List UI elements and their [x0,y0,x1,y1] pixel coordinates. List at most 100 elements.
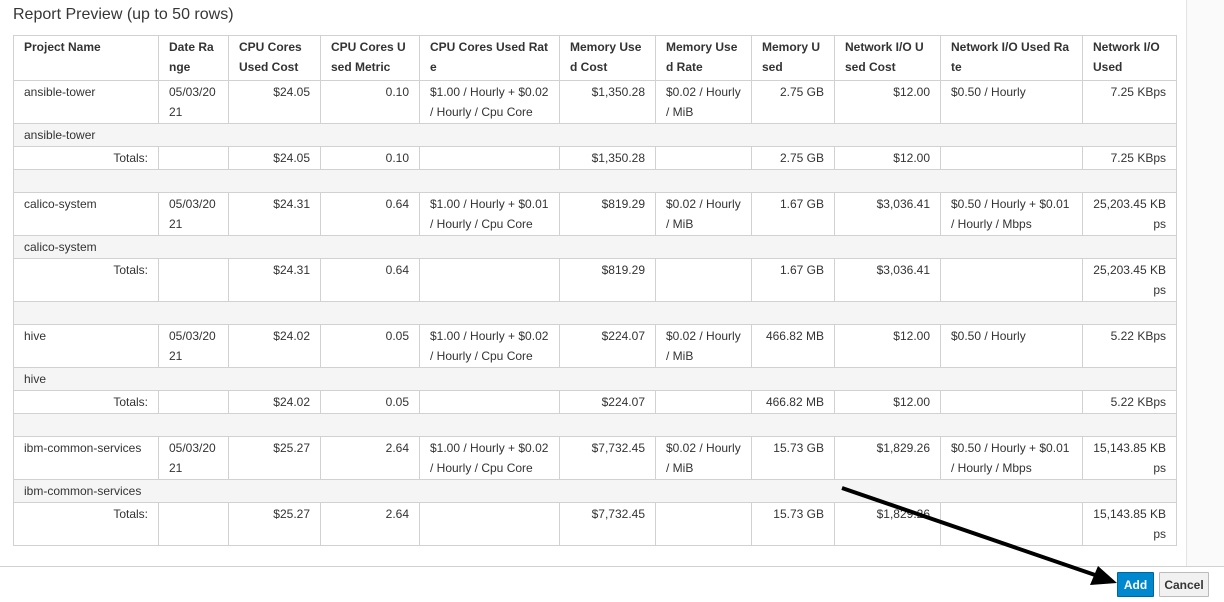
totals-cell [655,146,752,170]
totals-cell: $24.02 [228,390,321,414]
table-cell: 15.73 GB [751,436,835,480]
totals-cell [940,502,1083,546]
totals-cell: 0.05 [320,390,420,414]
table-cell: 1.67 GB [751,192,835,236]
totals-cell: 0.64 [320,258,420,302]
column-header: Project Name [13,35,159,81]
group-label-row: calico-system [13,235,1177,259]
table-cell: 05/03/2021 [158,324,229,368]
column-header: Network I/O Used Cost [834,35,941,81]
table-cell: $3,036.41 [834,192,941,236]
totals-cell: 466.82 MB [751,390,835,414]
table-cell: 05/03/2021 [158,80,229,124]
table-cell: 0.64 [320,192,420,236]
table-cell: 05/03/2021 [158,192,229,236]
group-label: hive [13,367,1177,391]
group-label: ansible-tower [13,123,1177,147]
totals-cell: 2.64 [320,502,420,546]
table-cell: $1.00 / Hourly + $0.01 / Hourly / Cpu Co… [419,192,560,236]
totals-row: Totals: $24.05 0.10 $1,350.28 2.75 GB $12.00 7… [13,146,1177,170]
table-cell: $0.50 / Hourly [940,80,1083,124]
report-preview-title: Report Preview (up to 50 rows) [13,6,234,23]
totals-cell: $12.00 [834,390,941,414]
table-body: ansible-tower 05/03/2021 $24.05 0.10 $1.00 /… [13,80,1177,546]
table-cell: $1,829.26 [834,436,941,480]
vertical-scrollbar[interactable] [1186,0,1224,566]
table-cell: 2.64 [320,436,420,480]
table-cell: 25,203.45 KBps [1082,192,1177,236]
table-cell: ibm-common-services [13,436,159,480]
table-cell: 2.75 GB [751,80,835,124]
table-row: ansible-tower 05/03/2021 $24.05 0.10 $1.00 /… [13,80,1177,124]
table-cell: 15,143.85 KBps [1082,436,1177,480]
table-cell: 05/03/2021 [158,436,229,480]
table-row: ibm-common-services 05/03/2021 $25.27 2.64 $… [13,436,1177,480]
table-cell: 7.25 KBps [1082,80,1177,124]
table-row: calico-system 05/03/2021 $24.31 0.64 $1.00 /… [13,192,1177,236]
totals-cell [940,258,1083,302]
totals-cell: 5.22 KBps [1082,390,1177,414]
table-cell: $0.02 / Hourly / MiB [655,192,752,236]
totals-cell: $24.05 [228,146,321,170]
table-cell: $0.02 / Hourly / MiB [655,324,752,368]
totals-cell: $1,829.26 [834,502,941,546]
totals-cell: 0.10 [320,146,420,170]
table-cell: hive [13,324,159,368]
table-cell: $24.31 [228,192,321,236]
totals-cell [655,502,752,546]
dialog-footer [0,566,1224,602]
totals-cell: 7.25 KBps [1082,146,1177,170]
totals-cell [158,146,229,170]
totals-cell [655,258,752,302]
totals-label: Totals: [13,502,159,546]
cancel-button[interactable]: Cancel [1159,572,1209,597]
table-cell: calico-system [13,192,159,236]
column-header: CPU Cores Used Cost [228,35,321,81]
column-header: Memory Used [751,35,835,81]
totals-row: Totals: $25.27 2.64 $7,732.45 15.73 GB $1,829… [13,502,1177,546]
table-cell: $1,350.28 [559,80,656,124]
table-cell: $0.50 / Hourly [940,324,1083,368]
table-cell: 466.82 MB [751,324,835,368]
column-header: Memory Used Cost [559,35,656,81]
column-header: CPU Cores Used Rate [419,35,560,81]
totals-cell: 2.75 GB [751,146,835,170]
totals-cell: $25.27 [228,502,321,546]
table-cell: $224.07 [559,324,656,368]
totals-label: Totals: [13,258,159,302]
column-header: CPU Cores Used Metric [320,35,420,81]
table-cell: 0.05 [320,324,420,368]
totals-cell [419,390,560,414]
table-cell: $0.50 / Hourly + $0.01 / Hourly / Mbps [940,192,1083,236]
totals-cell [158,390,229,414]
totals-cell [940,390,1083,414]
totals-row: Totals: $24.02 0.05 $224.07 466.82 MB $12.00 5… [13,390,1177,414]
table-row: hive 05/03/2021 $24.02 0.05 $1.00 / Hourly +… [13,324,1177,368]
totals-cell [940,146,1083,170]
table-cell: $1.00 / Hourly + $0.02 / Hourly / Cpu Co… [419,80,560,124]
column-header: Network I/O Used Rate [940,35,1083,81]
table-cell: $819.29 [559,192,656,236]
group-label: ibm-common-services [13,479,1177,503]
totals-cell [158,258,229,302]
totals-cell: 15.73 GB [751,502,835,546]
totals-label: Totals: [13,390,159,414]
totals-cell [419,258,560,302]
table-cell: $12.00 [834,324,941,368]
table-cell: $0.50 / Hourly + $0.01 / Hourly / Mbps [940,436,1083,480]
totals-cell: $819.29 [559,258,656,302]
group-label-row: hive [13,367,1177,391]
add-button[interactable]: Add [1117,572,1154,597]
table-cell: 0.10 [320,80,420,124]
report-preview-panel[interactable]: Report Preview (up to 50 rows) Project N… [0,0,1186,566]
group-spacer-row [13,169,1177,193]
totals-label: Totals: [13,146,159,170]
table-cell: $24.05 [228,80,321,124]
table-cell: 5.22 KBps [1082,324,1177,368]
totals-cell: 25,203.45 KBps [1082,258,1177,302]
table-cell: $25.27 [228,436,321,480]
totals-row: Totals: $24.31 0.64 $819.29 1.67 GB $3,036.41… [13,258,1177,302]
table-cell: $0.02 / Hourly / MiB [655,80,752,124]
table-cell: $7,732.45 [559,436,656,480]
table-cell: $1.00 / Hourly + $0.02 / Hourly / Cpu Co… [419,324,560,368]
